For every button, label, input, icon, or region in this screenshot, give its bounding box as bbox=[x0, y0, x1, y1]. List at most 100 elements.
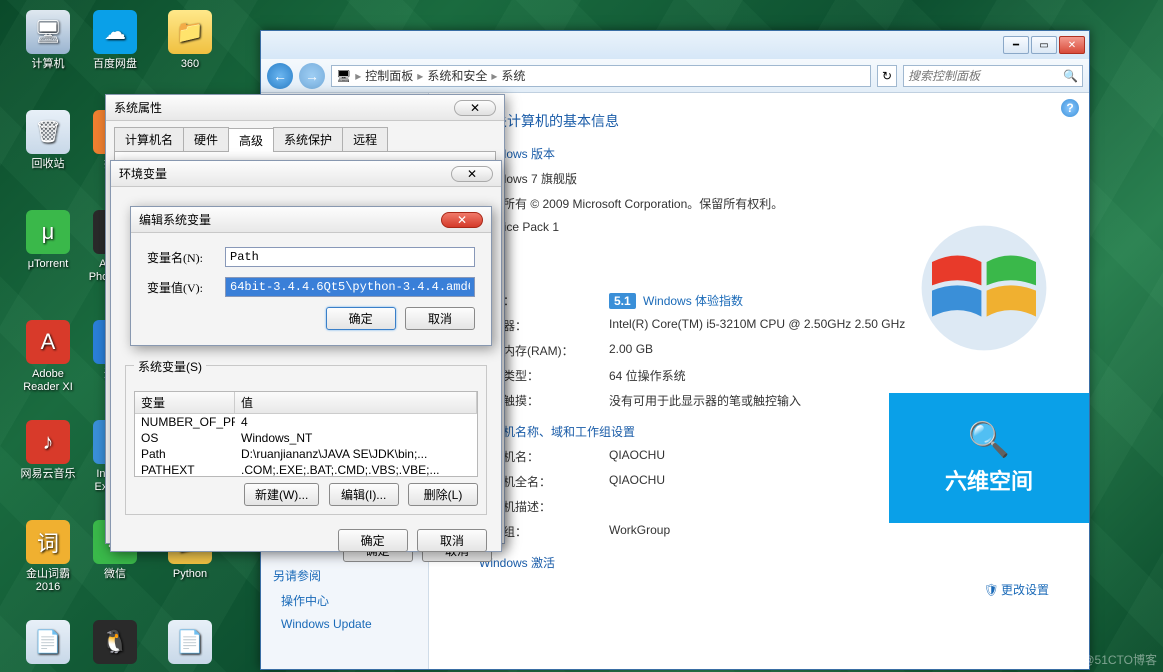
windows-logo-icon bbox=[919, 223, 1049, 353]
liuwei-banner[interactable]: 🔍 六维空间 bbox=[889, 393, 1089, 523]
section-activation: Windows 激活 bbox=[479, 554, 1069, 571]
back-button[interactable]: ← bbox=[267, 63, 293, 89]
icon-label: Adobe Reader XI bbox=[18, 368, 78, 394]
app-icon: ♪ bbox=[26, 420, 70, 464]
desktop-icon[interactable]: 📄 bbox=[18, 620, 78, 668]
icon-label: 金山词霸 2016 bbox=[18, 568, 78, 594]
table-row[interactable]: PathD:\ruanjiananz\JAVA SE\JDK\bin;... bbox=[135, 446, 477, 462]
system-variables-table[interactable]: 变量 值 NUMBER_OF_PR..4OSWindows_NTPathD:\r… bbox=[134, 391, 478, 477]
icon-label: 回收站 bbox=[18, 158, 78, 171]
app-icon: μ bbox=[26, 210, 70, 254]
desktop-icon[interactable]: 🖥 计算机 bbox=[18, 10, 78, 71]
app-icon: 📄 bbox=[168, 620, 212, 664]
tab-系统保护[interactable]: 系统保护 bbox=[273, 127, 343, 151]
rating-badge: 5.1 bbox=[609, 293, 636, 309]
breadcrumb-seg[interactable]: 系统 bbox=[501, 67, 525, 84]
info-row: 工作组：WorkGroup bbox=[479, 523, 1069, 540]
desktop-icon[interactable]: ☁ 百度网盘 bbox=[85, 10, 145, 71]
cell-value: Windows_NT bbox=[235, 431, 477, 445]
change-settings-link[interactable]: 更改设置 bbox=[984, 581, 1049, 598]
desktop-icon[interactable]: μ μTorrent bbox=[18, 210, 78, 271]
table-row[interactable]: NUMBER_OF_PR..4 bbox=[135, 414, 477, 430]
cell-value: 4 bbox=[235, 415, 477, 429]
cell-name: PATHEXT bbox=[135, 463, 235, 477]
desktop-icon[interactable]: 词金山词霸 2016 bbox=[18, 520, 78, 594]
variable-name-label: 变量名(N): bbox=[147, 249, 225, 266]
tab-高级[interactable]: 高级 bbox=[228, 128, 274, 152]
app-icon: 📄 bbox=[26, 620, 70, 664]
cancel-button[interactable]: 取消 bbox=[417, 529, 487, 552]
magnifier-icon: 🔍 bbox=[968, 420, 1010, 460]
icon-label: 网易云音乐 bbox=[18, 468, 78, 481]
info-value: 64 位操作系统 bbox=[609, 367, 1069, 384]
app-icon: 🖥 bbox=[26, 10, 70, 54]
close-icon[interactable]: ✕ bbox=[454, 100, 496, 116]
table-row[interactable]: OSWindows_NT bbox=[135, 430, 477, 446]
new-button[interactable]: 新建(W)... bbox=[244, 483, 319, 506]
cell-name: Path bbox=[135, 447, 235, 461]
tab-硬件[interactable]: 硬件 bbox=[183, 127, 229, 151]
desktop-icon[interactable]: 🐧 bbox=[85, 620, 145, 668]
search-input[interactable] bbox=[908, 69, 1063, 83]
col-variable: 变量 bbox=[135, 392, 235, 413]
app-icon: ☁ bbox=[93, 10, 137, 54]
section-edition: Windows 版本 bbox=[479, 145, 1069, 162]
computer-icon: 🖥 bbox=[336, 69, 351, 83]
edit-system-variable-dialog: 编辑系统变量 ✕ 变量名(N): 变量值(V): 确定 取消 bbox=[130, 206, 492, 346]
dialog-title: 系统属性 bbox=[114, 99, 162, 116]
titlebar: ━ ▭ ✕ bbox=[261, 31, 1089, 59]
watermark: http://blog.csdn.n @51CTO博客 bbox=[988, 651, 1157, 668]
close-button[interactable]: ✕ bbox=[1059, 36, 1085, 54]
variable-name-input[interactable] bbox=[225, 247, 475, 267]
variable-value-label: 变量值(V): bbox=[147, 279, 225, 296]
variable-value-input[interactable] bbox=[225, 277, 475, 297]
cell-value: D:\ruanjiananz\JAVA SE\JDK\bin;... bbox=[235, 447, 477, 461]
cell-name: NUMBER_OF_PR.. bbox=[135, 415, 235, 429]
table-row[interactable]: PATHEXT.COM;.EXE;.BAT;.CMD;.VBS;.VBE;... bbox=[135, 462, 477, 477]
refresh-button[interactable]: ↻ bbox=[877, 65, 897, 87]
dialog-title: 编辑系统变量 bbox=[139, 211, 211, 228]
app-icon: A bbox=[26, 320, 70, 364]
edit-button[interactable]: 编辑(I)... bbox=[329, 483, 399, 506]
info-row: 系统类型：64 位操作系统 bbox=[479, 367, 1069, 384]
close-icon[interactable]: ✕ bbox=[451, 166, 493, 182]
content-pane: ? 有关计算机的基本信息 Windows 版本 Windows 7 旗舰版 版权… bbox=[429, 93, 1089, 669]
group-legend: 系统变量(S) bbox=[134, 358, 206, 375]
col-value: 值 bbox=[235, 392, 477, 413]
icon-label: 360 bbox=[160, 58, 220, 71]
system-variables-group: 系统变量(S) 变量 值 NUMBER_OF_PR..4OSWindows_NT… bbox=[125, 365, 487, 515]
sidebar-item-action-center[interactable]: 操作中心 bbox=[261, 588, 428, 613]
cancel-button[interactable]: 取消 bbox=[405, 307, 475, 330]
ok-button[interactable]: 确定 bbox=[338, 529, 408, 552]
breadcrumb-seg[interactable]: 系统和安全 bbox=[427, 67, 487, 84]
ok-button[interactable]: 确定 bbox=[326, 307, 396, 330]
search-icon: 🔍 bbox=[1063, 69, 1078, 83]
tab-远程[interactable]: 远程 bbox=[342, 127, 388, 151]
edition-name: Windows 7 旗舰版 bbox=[479, 170, 1069, 187]
breadcrumb-seg[interactable]: 控制面板 bbox=[365, 67, 413, 84]
desktop-icon[interactable]: 📄 bbox=[160, 620, 220, 668]
liuwei-text: 六维空间 bbox=[945, 464, 1033, 496]
help-icon[interactable]: ? bbox=[1061, 99, 1079, 117]
icon-label: μTorrent bbox=[18, 258, 78, 271]
icon-label: 计算机 bbox=[18, 58, 78, 71]
minimize-button[interactable]: ━ bbox=[1003, 36, 1029, 54]
search-box[interactable]: 🔍 bbox=[903, 65, 1083, 87]
delete-button[interactable]: 删除(L) bbox=[408, 483, 478, 506]
desktop-icon[interactable]: 🗑 回收站 bbox=[18, 110, 78, 171]
forward-button[interactable]: → bbox=[299, 63, 325, 89]
cell-name: OS bbox=[135, 431, 235, 445]
close-icon[interactable]: ✕ bbox=[441, 212, 483, 228]
icon-label: 百度网盘 bbox=[85, 58, 145, 71]
rating-link[interactable]: Windows 体验指数 bbox=[643, 294, 743, 308]
address-bar[interactable]: 🖥 ▸ 控制面板 ▸ 系统和安全 ▸ 系统 bbox=[331, 65, 871, 87]
desktop-icon[interactable]: A Adobe Reader XI bbox=[18, 320, 78, 394]
desktop-icon[interactable]: ♪ 网易云音乐 bbox=[18, 420, 78, 481]
sidebar-item-windows-update[interactable]: Windows Update bbox=[261, 613, 428, 635]
app-icon: 🗑 bbox=[26, 110, 70, 154]
desktop-icon[interactable]: 📁360 bbox=[160, 10, 220, 71]
tab-计算机名[interactable]: 计算机名 bbox=[114, 127, 184, 151]
cell-value: .COM;.EXE;.BAT;.CMD;.VBS;.VBE;... bbox=[235, 463, 477, 477]
navbar: ← → 🖥 ▸ 控制面板 ▸ 系统和安全 ▸ 系统 ↻ 🔍 bbox=[261, 59, 1089, 93]
maximize-button[interactable]: ▭ bbox=[1031, 36, 1057, 54]
